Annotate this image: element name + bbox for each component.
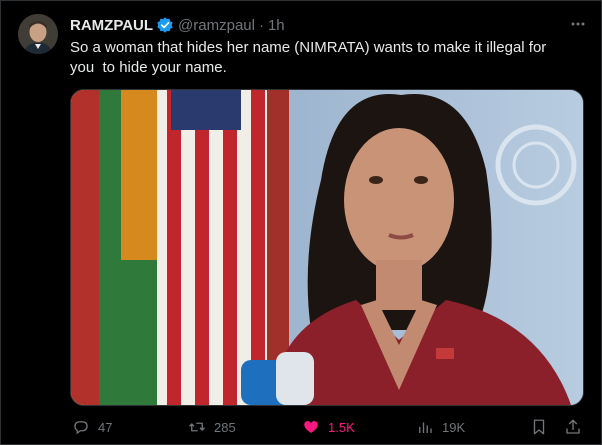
share-button[interactable] (564, 416, 590, 438)
bookmark-icon (533, 419, 545, 435)
repost-count: 285 (214, 419, 236, 435)
views-icon (419, 422, 432, 433)
share-icon (566, 419, 580, 434)
like-button[interactable]: 1.5K (302, 416, 355, 438)
like-icon (304, 421, 318, 433)
timestamp[interactable]: 1h (268, 17, 285, 34)
bookmark-button[interactable] (530, 416, 556, 438)
more-options-button[interactable] (566, 14, 590, 34)
tweet-header: RAMZPAUL @ramzpaul · 1h (70, 16, 582, 34)
repost-button[interactable]: 285 (188, 416, 236, 438)
repost-icon (189, 422, 205, 432)
reply-count: 47 (98, 419, 113, 435)
separator-dot: · (258, 16, 264, 34)
author-name[interactable]: RAMZPAUL (70, 17, 153, 34)
like-count: 1.5K (328, 419, 355, 435)
views-button[interactable]: 19K (416, 416, 465, 438)
verified-badge-icon (156, 16, 174, 34)
reply-button[interactable]: 47 (72, 416, 112, 438)
view-count: 19K (442, 419, 466, 435)
tweet-text: So a woman that hides her name (NIMRATA)… (70, 39, 547, 76)
more-horizontal-icon (571, 22, 585, 26)
avatar[interactable] (18, 14, 58, 54)
tweet-actions: 47 285 1.5K 19K (70, 416, 590, 438)
author-handle[interactable]: @ramzpaul (178, 17, 255, 34)
reply-icon (74, 421, 88, 435)
tweet-photo[interactable] (70, 89, 584, 406)
